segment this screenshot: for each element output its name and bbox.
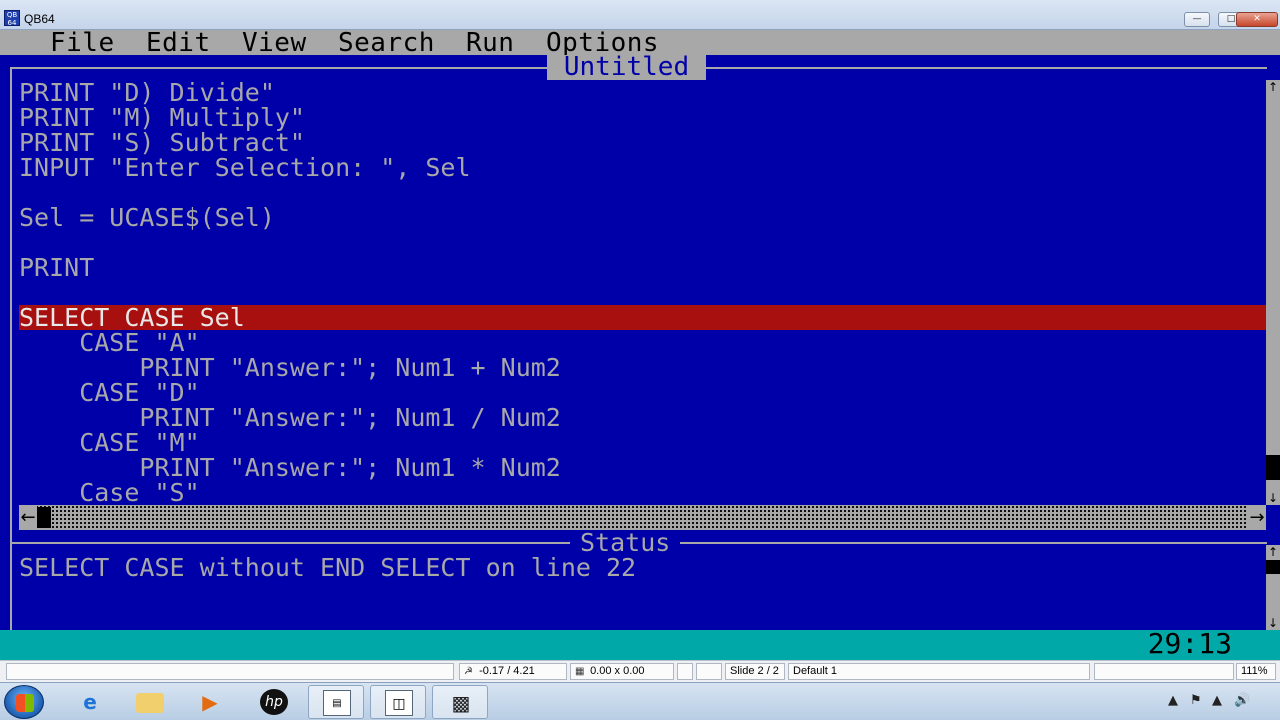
status-field-small	[696, 663, 722, 680]
status-scroll-down-arrow-icon[interactable]: ↓	[1266, 616, 1280, 630]
code-line[interactable]: CASE "A"	[19, 330, 1266, 355]
code-line[interactable]: PRINT "M) Multiply"	[19, 105, 1266, 130]
code-line[interactable]	[19, 230, 1266, 255]
taskbar-hp[interactable]: hp	[246, 685, 302, 719]
windows-taskbar: e ▶ hp ▤ ◫ ▩ ▲ ⚑ ▲ 🔊	[0, 682, 1280, 720]
menu-file[interactable]: File	[50, 30, 115, 56]
code-line[interactable]: Sel = UCASE$(Sel)	[19, 205, 1266, 230]
horizontal-scrollbar-thumb[interactable]	[37, 507, 51, 528]
minimize-button[interactable]: —	[1184, 12, 1210, 27]
size-value: 0.00 x 0.00	[590, 665, 645, 677]
code-line[interactable]: PRINT "Answer:"; Num1 + Num2	[19, 355, 1266, 380]
zoom-slider[interactable]	[1094, 663, 1234, 680]
position-field: ☭ -0.17 / 4.21	[459, 663, 567, 680]
code-line[interactable]: PRINT "Answer:"; Num1 / Num2	[19, 405, 1266, 430]
status-scroll-up-arrow-icon[interactable]: ↑	[1266, 545, 1280, 559]
code-line[interactable]: CASE "D"	[19, 380, 1266, 405]
start-button[interactable]	[4, 685, 44, 719]
office-status-bar: ☭ -0.17 / 4.21 ▦ 0.00 x 0.00 Slide 2 / 2…	[0, 660, 1280, 682]
presentation-icon: ◫	[385, 690, 413, 716]
qb64-icon: ▩	[451, 691, 471, 715]
code-line[interactable]: CASE "M"	[19, 430, 1266, 455]
taskbar-file-explorer[interactable]	[122, 685, 178, 719]
system-tray: ▲ ⚑ ▲ 🔊	[1160, 683, 1280, 720]
code-line[interactable]: INPUT "Enter Selection: ", Sel	[19, 155, 1266, 180]
position-value: -0.17 / 4.21	[479, 665, 535, 677]
close-button[interactable]: ✕	[1236, 12, 1278, 27]
qb64-app-icon: QB 64	[4, 10, 20, 27]
menu-edit[interactable]: Edit	[146, 30, 211, 56]
document-viewer-icon: ▤	[323, 690, 351, 716]
hp-icon: hp	[260, 689, 288, 715]
volume-icon[interactable]: 🔊	[1234, 693, 1250, 708]
menu-run[interactable]: Run	[466, 30, 514, 56]
qb64-ide: File Edit View Search Run Options Untitl…	[0, 30, 1280, 660]
highlighted-code-line[interactable]: SELECT CASE Sel	[19, 305, 1266, 330]
internet-explorer-icon: e	[83, 690, 97, 714]
code-line[interactable]: Case "S"	[19, 480, 1266, 505]
ide-bottom-bar: 29:13	[0, 630, 1280, 660]
status-scrollbar-thumb[interactable]	[1266, 560, 1280, 574]
editor-title: Untitled	[547, 54, 706, 80]
scroll-down-arrow-icon[interactable]: ↓	[1266, 491, 1280, 505]
taskbar-presentation[interactable]: ◫	[370, 685, 426, 719]
menu-search[interactable]: Search	[338, 30, 435, 56]
taskbar-media-player[interactable]: ▶	[182, 685, 238, 719]
window-titlebar: QB 64 QB64 — □ ✕	[0, 0, 1280, 30]
media-player-icon: ▶	[202, 690, 218, 714]
code-line[interactable]: PRINT "S) Subtract"	[19, 130, 1266, 155]
code-line[interactable]: PRINT "Answer:"; Num1 * Num2	[19, 455, 1266, 480]
slide-indicator: Slide 2 / 2	[725, 663, 785, 680]
zoom-level[interactable]: 111%	[1236, 663, 1276, 680]
action-center-flag-icon[interactable]: ⚑	[1190, 693, 1202, 708]
show-hidden-icons-icon[interactable]: ▲	[1168, 693, 1178, 708]
editor-horizontal-scrollbar[interactable]: ← →	[19, 505, 1266, 530]
windows-logo-icon	[16, 694, 34, 712]
code-line[interactable]	[19, 280, 1266, 305]
code-editor[interactable]: PRINT "D) Divide" PRINT "M) Multiply" PR…	[19, 80, 1266, 505]
status-vertical-scrollbar[interactable]: ↑ ↓	[1266, 545, 1280, 630]
network-icon[interactable]: ▲	[1212, 693, 1222, 708]
editor-vertical-scrollbar[interactable]: ↑ ↓	[1266, 80, 1280, 505]
status-message: SELECT CASE without END SELECT on line 2…	[19, 553, 637, 582]
size-icon: ▦	[575, 666, 585, 677]
status-frame-left	[10, 542, 12, 630]
code-line[interactable]	[19, 180, 1266, 205]
taskbar-qb64[interactable]: ▩	[432, 685, 488, 719]
status-field-small	[677, 663, 693, 680]
menu-view[interactable]: View	[242, 30, 307, 56]
code-line[interactable]: PRINT	[19, 255, 1266, 280]
cursor-position: 29:13	[1147, 627, 1232, 660]
editor-frame-left	[10, 67, 12, 542]
position-icon: ☭	[464, 666, 473, 677]
status-field-empty	[6, 663, 454, 680]
taskbar-document-viewer[interactable]: ▤	[308, 685, 364, 719]
scroll-left-arrow-icon[interactable]: ←	[19, 505, 37, 530]
layout-indicator: Default 1	[788, 663, 1090, 680]
scroll-right-arrow-icon[interactable]: →	[1248, 505, 1266, 530]
window-title: QB64	[24, 12, 55, 26]
file-explorer-icon	[136, 693, 164, 713]
code-line[interactable]: PRINT "D) Divide"	[19, 80, 1266, 105]
status-title: Status	[570, 530, 681, 555]
taskbar-internet-explorer[interactable]: e	[62, 685, 118, 719]
scroll-up-arrow-icon[interactable]: ↑	[1266, 80, 1280, 94]
size-field: ▦ 0.00 x 0.00	[570, 663, 674, 680]
scrollbar-thumb[interactable]	[1266, 455, 1280, 480]
